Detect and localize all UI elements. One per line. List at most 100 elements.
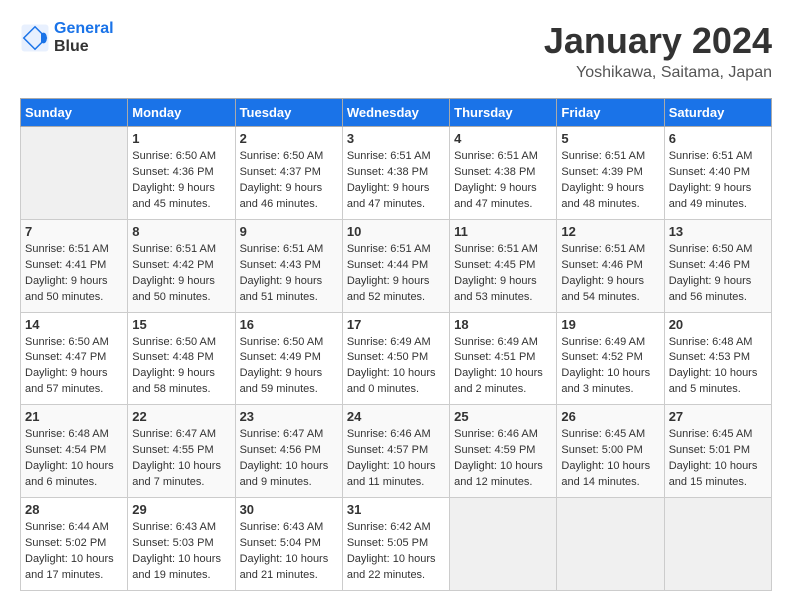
daylight-label: Daylight: 9 hours and 50 minutes. bbox=[25, 275, 108, 303]
daylight-label: Daylight: 10 hours and 6 minutes. bbox=[25, 460, 114, 488]
cell-info: Sunrise: 6:45 AM Sunset: 5:00 PM Dayligh… bbox=[561, 427, 659, 491]
day-cell: 8 Sunrise: 6:51 AM Sunset: 4:42 PM Dayli… bbox=[128, 219, 235, 312]
day-number: 16 bbox=[240, 317, 338, 332]
sunset-label: Sunset: 4:52 PM bbox=[561, 351, 642, 363]
daylight-label: Daylight: 9 hours and 57 minutes. bbox=[25, 367, 108, 395]
day-cell: 12 Sunrise: 6:51 AM Sunset: 4:46 PM Dayl… bbox=[557, 219, 664, 312]
day-number: 18 bbox=[454, 317, 552, 332]
cell-info: Sunrise: 6:51 AM Sunset: 4:41 PM Dayligh… bbox=[25, 242, 123, 306]
week-row-5: 28 Sunrise: 6:44 AM Sunset: 5:02 PM Dayl… bbox=[21, 498, 772, 591]
day-number: 3 bbox=[347, 131, 445, 146]
day-number: 28 bbox=[25, 502, 123, 517]
cell-info: Sunrise: 6:49 AM Sunset: 4:52 PM Dayligh… bbox=[561, 335, 659, 399]
sunset-label: Sunset: 4:40 PM bbox=[669, 166, 750, 178]
sunrise-label: Sunrise: 6:51 AM bbox=[240, 243, 324, 255]
day-cell bbox=[557, 498, 664, 591]
daylight-label: Daylight: 9 hours and 46 minutes. bbox=[240, 182, 323, 210]
daylight-label: Daylight: 9 hours and 58 minutes. bbox=[132, 367, 215, 395]
sunrise-label: Sunrise: 6:51 AM bbox=[347, 243, 431, 255]
sunrise-label: Sunrise: 6:51 AM bbox=[561, 150, 645, 162]
day-number: 15 bbox=[132, 317, 230, 332]
day-cell: 25 Sunrise: 6:46 AM Sunset: 4:59 PM Dayl… bbox=[450, 405, 557, 498]
logo-icon bbox=[20, 23, 50, 53]
sunrise-label: Sunrise: 6:43 AM bbox=[240, 521, 324, 533]
day-cell: 11 Sunrise: 6:51 AM Sunset: 4:45 PM Dayl… bbox=[450, 219, 557, 312]
sunset-label: Sunset: 4:46 PM bbox=[669, 259, 750, 271]
day-number: 17 bbox=[347, 317, 445, 332]
sunset-label: Sunset: 4:45 PM bbox=[454, 259, 535, 271]
sunset-label: Sunset: 4:54 PM bbox=[25, 444, 106, 456]
week-row-2: 7 Sunrise: 6:51 AM Sunset: 4:41 PM Dayli… bbox=[21, 219, 772, 312]
day-number: 1 bbox=[132, 131, 230, 146]
day-number: 21 bbox=[25, 409, 123, 424]
sunrise-label: Sunrise: 6:48 AM bbox=[25, 428, 109, 440]
daylight-label: Daylight: 10 hours and 5 minutes. bbox=[669, 367, 758, 395]
sunrise-label: Sunrise: 6:51 AM bbox=[25, 243, 109, 255]
cell-info: Sunrise: 6:43 AM Sunset: 5:03 PM Dayligh… bbox=[132, 520, 230, 584]
daylight-label: Daylight: 10 hours and 3 minutes. bbox=[561, 367, 650, 395]
sunset-label: Sunset: 5:02 PM bbox=[25, 537, 106, 549]
sunset-label: Sunset: 4:41 PM bbox=[25, 259, 106, 271]
day-cell bbox=[21, 127, 128, 220]
day-number: 27 bbox=[669, 409, 767, 424]
week-row-4: 21 Sunrise: 6:48 AM Sunset: 4:54 PM Dayl… bbox=[21, 405, 772, 498]
day-cell: 18 Sunrise: 6:49 AM Sunset: 4:51 PM Dayl… bbox=[450, 312, 557, 405]
sunset-label: Sunset: 4:36 PM bbox=[132, 166, 213, 178]
day-cell: 30 Sunrise: 6:43 AM Sunset: 5:04 PM Dayl… bbox=[235, 498, 342, 591]
cell-info: Sunrise: 6:51 AM Sunset: 4:45 PM Dayligh… bbox=[454, 242, 552, 306]
sunset-label: Sunset: 4:44 PM bbox=[347, 259, 428, 271]
header-cell-saturday: Saturday bbox=[664, 99, 771, 127]
daylight-label: Daylight: 10 hours and 9 minutes. bbox=[240, 460, 329, 488]
sunset-label: Sunset: 4:55 PM bbox=[132, 444, 213, 456]
sunrise-label: Sunrise: 6:45 AM bbox=[561, 428, 645, 440]
cell-info: Sunrise: 6:51 AM Sunset: 4:38 PM Dayligh… bbox=[454, 149, 552, 213]
sunrise-label: Sunrise: 6:44 AM bbox=[25, 521, 109, 533]
logo: General Blue bbox=[20, 20, 114, 57]
daylight-label: Daylight: 9 hours and 54 minutes. bbox=[561, 275, 644, 303]
sunset-label: Sunset: 4:56 PM bbox=[240, 444, 321, 456]
day-number: 10 bbox=[347, 224, 445, 239]
day-number: 6 bbox=[669, 131, 767, 146]
daylight-label: Daylight: 9 hours and 47 minutes. bbox=[454, 182, 537, 210]
sunset-label: Sunset: 4:49 PM bbox=[240, 351, 321, 363]
day-cell: 17 Sunrise: 6:49 AM Sunset: 4:50 PM Dayl… bbox=[342, 312, 449, 405]
day-number: 20 bbox=[669, 317, 767, 332]
sunset-label: Sunset: 4:51 PM bbox=[454, 351, 535, 363]
daylight-label: Daylight: 10 hours and 19 minutes. bbox=[132, 553, 221, 581]
sunset-label: Sunset: 4:46 PM bbox=[561, 259, 642, 271]
sunrise-label: Sunrise: 6:50 AM bbox=[669, 243, 753, 255]
day-number: 7 bbox=[25, 224, 123, 239]
sunset-label: Sunset: 5:04 PM bbox=[240, 537, 321, 549]
sunrise-label: Sunrise: 6:47 AM bbox=[132, 428, 216, 440]
sunrise-label: Sunrise: 6:46 AM bbox=[347, 428, 431, 440]
day-cell: 4 Sunrise: 6:51 AM Sunset: 4:38 PM Dayli… bbox=[450, 127, 557, 220]
daylight-label: Daylight: 9 hours and 50 minutes. bbox=[132, 275, 215, 303]
sunset-label: Sunset: 4:37 PM bbox=[240, 166, 321, 178]
cell-info: Sunrise: 6:49 AM Sunset: 4:50 PM Dayligh… bbox=[347, 335, 445, 399]
week-row-1: 1 Sunrise: 6:50 AM Sunset: 4:36 PM Dayli… bbox=[21, 127, 772, 220]
page-header: General Blue January 2024 Yoshikawa, Sai… bbox=[20, 20, 772, 82]
sunset-label: Sunset: 4:59 PM bbox=[454, 444, 535, 456]
day-cell: 6 Sunrise: 6:51 AM Sunset: 4:40 PM Dayli… bbox=[664, 127, 771, 220]
daylight-label: Daylight: 9 hours and 48 minutes. bbox=[561, 182, 644, 210]
daylight-label: Daylight: 10 hours and 2 minutes. bbox=[454, 367, 543, 395]
logo-line2: Blue bbox=[54, 38, 89, 55]
cell-info: Sunrise: 6:45 AM Sunset: 5:01 PM Dayligh… bbox=[669, 427, 767, 491]
day-number: 11 bbox=[454, 224, 552, 239]
cell-info: Sunrise: 6:48 AM Sunset: 4:53 PM Dayligh… bbox=[669, 335, 767, 399]
daylight-label: Daylight: 10 hours and 11 minutes. bbox=[347, 460, 436, 488]
daylight-label: Daylight: 10 hours and 15 minutes. bbox=[669, 460, 758, 488]
daylight-label: Daylight: 9 hours and 59 minutes. bbox=[240, 367, 323, 395]
day-cell: 5 Sunrise: 6:51 AM Sunset: 4:39 PM Dayli… bbox=[557, 127, 664, 220]
header-cell-tuesday: Tuesday bbox=[235, 99, 342, 127]
daylight-label: Daylight: 9 hours and 49 minutes. bbox=[669, 182, 752, 210]
sunrise-label: Sunrise: 6:43 AM bbox=[132, 521, 216, 533]
sunset-label: Sunset: 4:57 PM bbox=[347, 444, 428, 456]
daylight-label: Daylight: 10 hours and 22 minutes. bbox=[347, 553, 436, 581]
cell-info: Sunrise: 6:50 AM Sunset: 4:37 PM Dayligh… bbox=[240, 149, 338, 213]
day-cell: 3 Sunrise: 6:51 AM Sunset: 4:38 PM Dayli… bbox=[342, 127, 449, 220]
day-cell: 20 Sunrise: 6:48 AM Sunset: 4:53 PM Dayl… bbox=[664, 312, 771, 405]
sunset-label: Sunset: 5:01 PM bbox=[669, 444, 750, 456]
day-number: 9 bbox=[240, 224, 338, 239]
cell-info: Sunrise: 6:50 AM Sunset: 4:49 PM Dayligh… bbox=[240, 335, 338, 399]
